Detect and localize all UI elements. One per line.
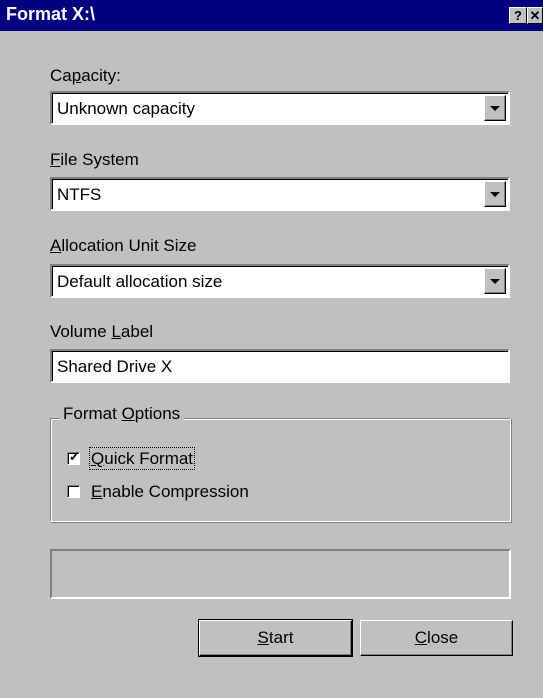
close-button[interactable]: Close [360,620,513,656]
quick-format-checkbox[interactable]: ✓ [67,449,80,465]
file-system-dropdown-button[interactable] [484,181,506,207]
chevron-down-icon [490,192,500,197]
allocation-dropdown[interactable]: Default allocation size [50,264,510,298]
checkmark-icon: ✓ [69,449,80,464]
allocation-label: Allocation Unit Size [50,236,197,255]
chevron-down-icon [490,106,500,111]
enable-compression-label[interactable]: Enable Compression [91,482,249,502]
title-bar: Format X:\ ? ✕ [0,0,543,31]
format-dialog: Format X:\ ? ✕ Capacity: Unknown capacit… [0,0,543,698]
quick-format-label[interactable]: Quick Format [88,447,196,470]
help-button[interactable]: ? [509,7,527,24]
close-window-button[interactable]: ✕ [527,7,543,24]
start-button[interactable]: Start [198,619,353,657]
file-system-label: File System [50,150,139,169]
format-options-label: Format Options [59,404,185,424]
window-title: Format X:\ [6,4,96,24]
volume-label-input[interactable]: Shared Drive X [50,349,510,383]
allocation-value: Default allocation size [57,272,223,291]
capacity-dropdown-button[interactable] [484,95,506,121]
progress-bar [50,549,511,599]
file-system-dropdown[interactable]: NTFS [50,177,510,211]
format-options-group [50,418,511,522]
capacity-dropdown[interactable]: Unknown capacity [50,91,510,125]
close-icon: ✕ [529,8,541,23]
chevron-down-icon [490,279,500,284]
help-icon: ? [514,8,522,23]
enable-compression-checkbox[interactable] [67,485,80,498]
capacity-label: Capacity: [50,66,121,85]
volume-label-label: Volume Label [50,322,154,341]
capacity-value: Unknown capacity [57,99,195,118]
volume-label-value: Shared Drive X [57,357,173,376]
allocation-dropdown-button[interactable] [484,268,506,294]
file-system-value: NTFS [57,185,102,204]
